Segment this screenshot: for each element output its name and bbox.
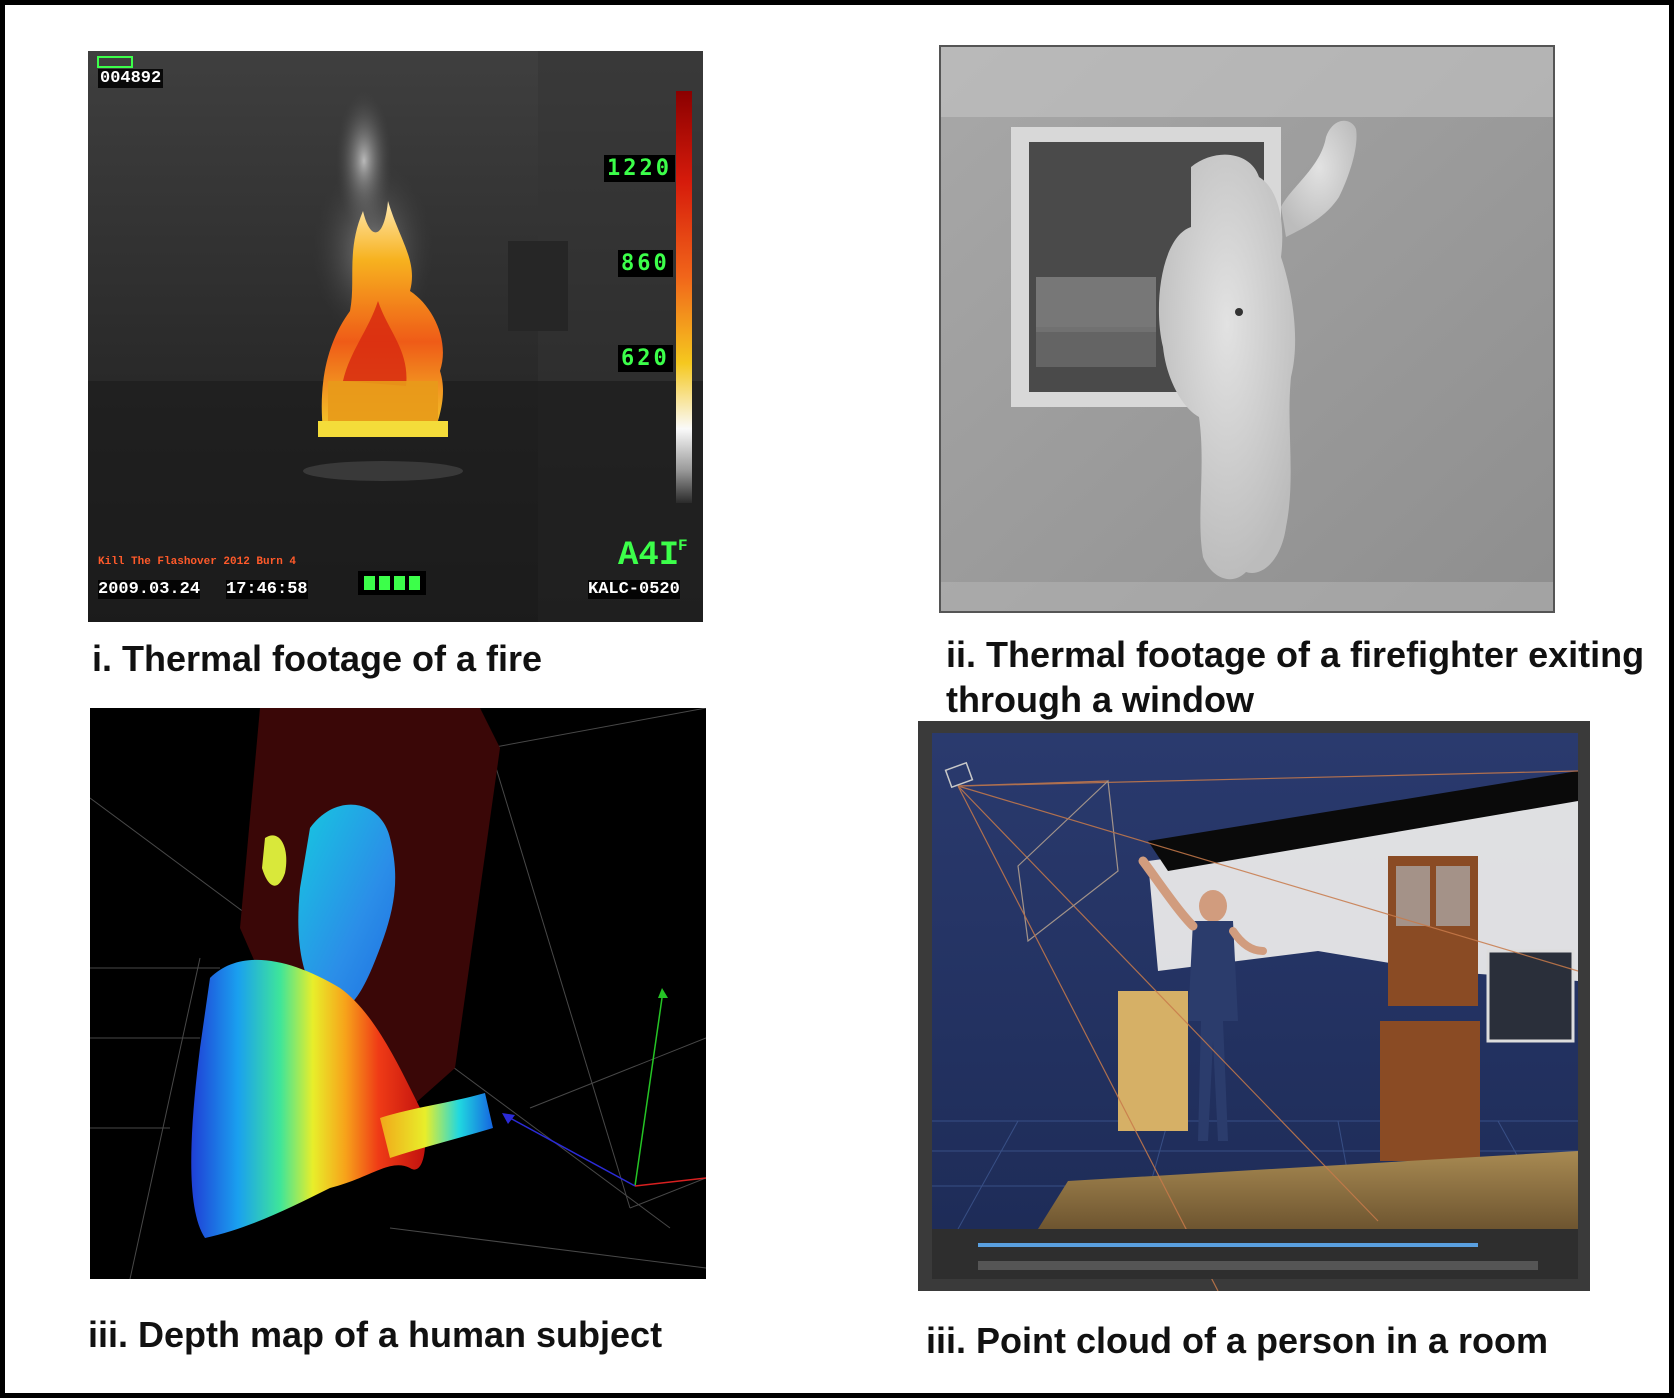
scale-label-low: 620 — [618, 345, 673, 372]
thermal-firefighter-scene — [941, 47, 1553, 611]
thermal-fire-image: 004892 1220 860 620 A4I F Kill The Flash… — [88, 51, 703, 622]
scale-label-high: 1220 — [604, 155, 675, 182]
depth-map-image — [90, 708, 706, 1279]
caption-point-cloud: iii. Point cloud of a person in a room — [926, 1320, 1549, 1361]
temperature-unit: F — [678, 537, 688, 555]
temperature-colorbar — [676, 91, 692, 503]
caption-firefighter: ii. Thermal footage of a firefighter exi… — [946, 634, 1645, 720]
frame-counter: 004892 — [98, 69, 164, 88]
thermal-firefighter-image — [939, 45, 1555, 613]
scale-label-mid: 860 — [618, 250, 673, 277]
temperature-readout: A4I — [618, 537, 680, 575]
thermal-fire-scene — [88, 51, 703, 622]
point-cloud-scene — [918, 721, 1590, 1291]
point-cloud-image — [918, 721, 1590, 1291]
depth-map-scene — [90, 708, 706, 1279]
date-readout: 2009.03.24 — [98, 580, 201, 599]
caption-depth-map: iii. Depth map of a human subject — [88, 1314, 663, 1355]
camera-id: KALC-0520 — [588, 580, 680, 599]
time-readout: 17:46:58 — [226, 580, 308, 599]
caption-fire: i. Thermal footage of a fire — [92, 638, 543, 679]
event-label: Kill The Flashover 2012 Burn 4 — [98, 556, 297, 568]
